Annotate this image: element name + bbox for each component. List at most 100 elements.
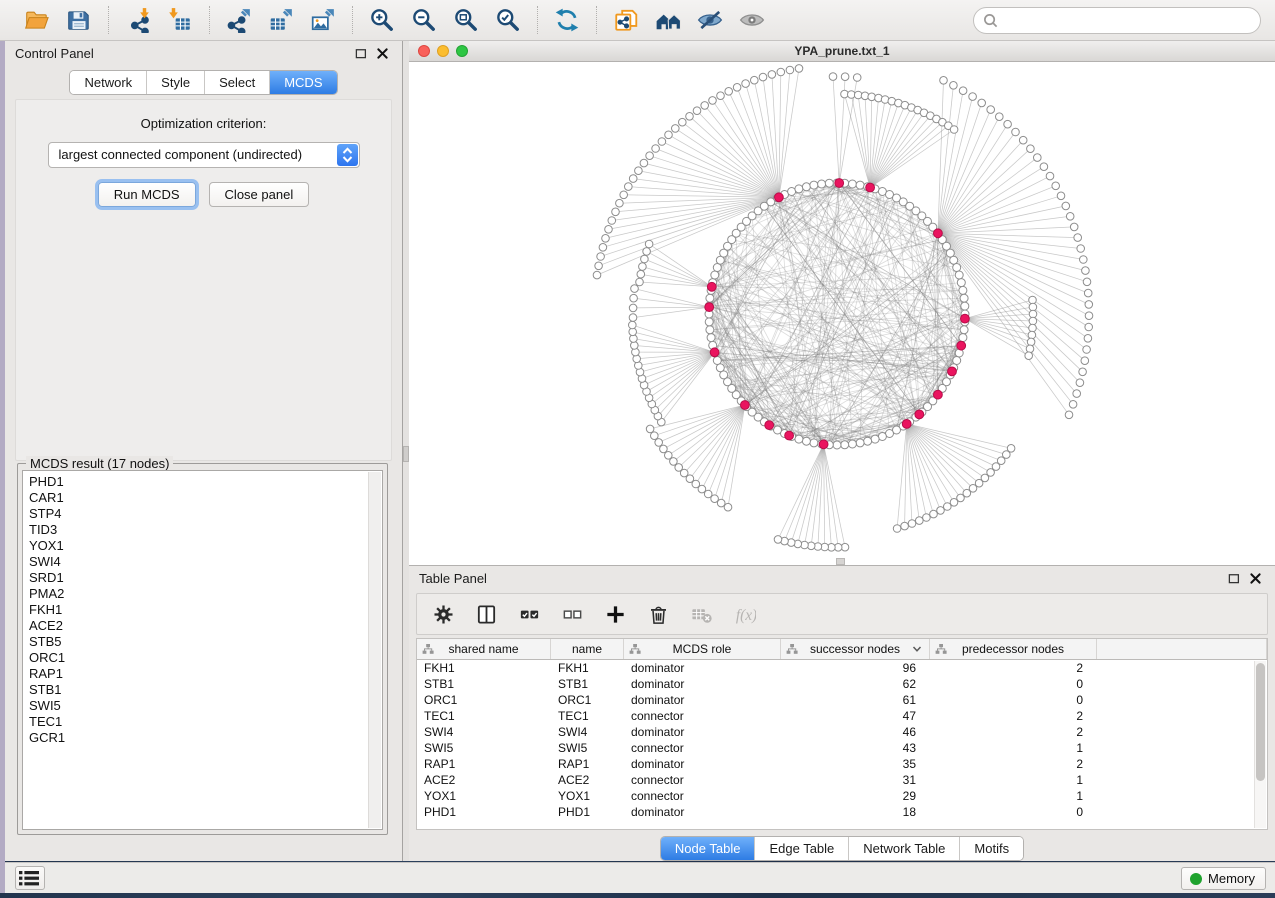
network-node[interactable] xyxy=(1052,182,1060,190)
zoom-selected-button[interactable] xyxy=(493,5,523,35)
network-node[interactable] xyxy=(1077,245,1085,253)
network-node[interactable] xyxy=(878,433,886,441)
network-node[interactable] xyxy=(825,179,833,187)
network-node[interactable] xyxy=(1082,267,1090,275)
network-node[interactable] xyxy=(636,278,644,286)
show-all-button[interactable] xyxy=(737,5,767,35)
network-node[interactable] xyxy=(655,439,663,447)
network-node[interactable] xyxy=(643,248,651,256)
dominator-node[interactable] xyxy=(707,282,716,291)
network-node[interactable] xyxy=(706,326,714,334)
window-zoom-icon[interactable] xyxy=(456,45,468,57)
network-node[interactable] xyxy=(795,185,803,193)
result-list-item[interactable]: RAP1 xyxy=(29,666,382,682)
network-node[interactable] xyxy=(1083,278,1091,286)
open-file-button[interactable] xyxy=(22,5,52,35)
network-node[interactable] xyxy=(987,106,995,114)
memory-button[interactable]: Memory xyxy=(1181,867,1266,890)
network-node[interactable] xyxy=(1062,202,1070,210)
dominator-node[interactable] xyxy=(957,341,966,350)
network-node[interactable] xyxy=(646,425,654,433)
network-node[interactable] xyxy=(774,536,782,544)
network-node[interactable] xyxy=(955,271,963,279)
network-node[interactable] xyxy=(1066,213,1074,221)
import-table-button[interactable] xyxy=(165,5,195,35)
export-table-button[interactable] xyxy=(266,5,296,35)
result-list-item[interactable]: CAR1 xyxy=(29,490,382,506)
network-node[interactable] xyxy=(705,318,713,326)
network-node[interactable] xyxy=(961,302,969,310)
network-node[interactable] xyxy=(950,126,958,134)
network-node[interactable] xyxy=(848,440,856,448)
result-list-item[interactable]: PHD1 xyxy=(29,474,382,490)
network-node[interactable] xyxy=(713,264,721,272)
network-node[interactable] xyxy=(950,82,958,90)
refresh-button[interactable] xyxy=(552,5,582,35)
dominator-node[interactable] xyxy=(948,367,957,376)
dominator-node[interactable] xyxy=(934,390,943,399)
network-node[interactable] xyxy=(871,435,879,443)
tab-node-table[interactable]: Node Table xyxy=(661,837,755,860)
network-node[interactable] xyxy=(630,294,638,302)
network-node[interactable] xyxy=(833,441,841,449)
network-node[interactable] xyxy=(802,183,810,191)
result-list-item[interactable]: STB1 xyxy=(29,682,382,698)
table-row[interactable]: YOX1YOX1connector291 xyxy=(417,788,1254,804)
dominator-node[interactable] xyxy=(915,410,924,419)
network-node[interactable] xyxy=(978,99,986,107)
network-node[interactable] xyxy=(940,77,948,85)
optimization-criterion-select[interactable]: largest connected component (undirected) xyxy=(48,142,360,168)
network-node[interactable] xyxy=(602,235,610,243)
delete-columns-button[interactable] xyxy=(646,601,672,627)
network-node[interactable] xyxy=(742,80,750,88)
network-node[interactable] xyxy=(944,503,952,511)
table-row[interactable]: ACE2ACE2connector311 xyxy=(417,772,1254,788)
result-list-item[interactable]: TID3 xyxy=(29,522,382,538)
network-node[interactable] xyxy=(1083,346,1091,354)
network-node[interactable] xyxy=(625,183,633,191)
network-node[interactable] xyxy=(713,357,721,365)
network-node[interactable] xyxy=(959,286,967,294)
zoom-in-button[interactable] xyxy=(367,5,397,35)
network-node[interactable] xyxy=(595,262,603,270)
dominator-node[interactable] xyxy=(765,421,774,430)
network-node[interactable] xyxy=(788,188,796,196)
close-panel-icon[interactable] xyxy=(1247,570,1265,588)
close-panel-icon[interactable] xyxy=(374,45,392,63)
network-node[interactable] xyxy=(1065,411,1073,419)
network-node[interactable] xyxy=(1079,368,1087,376)
network-node[interactable] xyxy=(707,334,715,342)
network-node[interactable] xyxy=(768,71,776,79)
dominator-node[interactable] xyxy=(866,183,875,192)
table-row[interactable]: STB1STB1dominator620 xyxy=(417,676,1254,692)
column-header-shared-name[interactable]: shared name xyxy=(417,639,551,659)
network-node[interactable] xyxy=(1027,145,1035,153)
table-scrollbar[interactable] xyxy=(1254,661,1266,828)
network-node[interactable] xyxy=(593,271,601,279)
zoom-fit-button[interactable] xyxy=(451,5,481,35)
network-node[interactable] xyxy=(786,66,794,74)
result-list-item[interactable]: STP4 xyxy=(29,506,382,522)
table-row[interactable]: PHD1PHD1dominator180 xyxy=(417,804,1254,820)
network-node[interactable] xyxy=(848,180,856,188)
result-list-scrollbar[interactable] xyxy=(368,472,381,828)
network-node[interactable] xyxy=(631,285,639,293)
zoom-out-button[interactable] xyxy=(409,5,439,35)
result-list-item[interactable]: SRD1 xyxy=(29,570,382,586)
window-minimize-icon[interactable] xyxy=(437,45,449,57)
network-node[interactable] xyxy=(937,507,945,515)
network-node[interactable] xyxy=(709,97,717,105)
export-image-button[interactable] xyxy=(308,5,338,35)
network-node[interactable] xyxy=(725,88,733,96)
network-node[interactable] xyxy=(645,240,653,248)
result-list-item[interactable]: PMA2 xyxy=(29,586,382,602)
network-node[interactable] xyxy=(629,314,637,322)
network-node[interactable] xyxy=(665,452,673,460)
column-header-successor-nodes[interactable]: successor nodes xyxy=(781,639,930,659)
window-close-icon[interactable] xyxy=(418,45,430,57)
float-panel-icon[interactable] xyxy=(352,45,370,63)
network-node[interactable] xyxy=(960,326,968,334)
hide-selected-button[interactable] xyxy=(695,5,725,35)
network-node[interactable] xyxy=(717,499,725,507)
network-node[interactable] xyxy=(1074,234,1082,242)
